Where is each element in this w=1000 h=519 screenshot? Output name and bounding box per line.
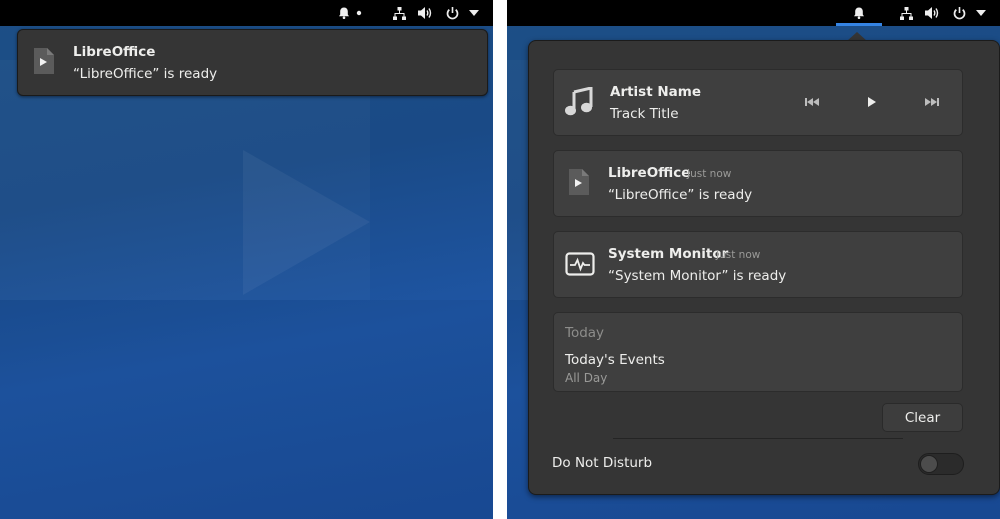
active-indicator [836,23,882,26]
media-track: Track Title [610,106,679,122]
notification-popover: Artist Name Track Title LibreOffice Just… [528,40,1000,495]
events-section[interactable]: Today Today's Events All Day [553,312,963,392]
notification-title: LibreOffice [608,165,691,181]
next-icon[interactable] [920,90,944,114]
separator [613,438,903,439]
notification-time: Just now [687,168,732,180]
document-play-icon [568,168,590,196]
desktop-right: Artist Name Track Title LibreOffice Just… [507,0,1000,519]
banner-body: “LibreOffice” is ready [73,66,218,82]
notification-banner[interactable]: LibreOffice “LibreOffice” is ready [17,29,488,96]
events-header: Today [565,325,605,341]
bell-icon[interactable] [850,4,868,22]
media-player: Artist Name Track Title [553,69,963,136]
notification-time: Just now [716,249,761,261]
network-icon[interactable] [390,4,408,22]
menu-arrow-icon[interactable] [972,4,990,22]
previous-icon[interactable] [800,90,824,114]
system-monitor-icon [565,252,595,280]
event-time: All Day [565,371,608,385]
event-title: Today's Events [565,352,665,368]
power-icon[interactable] [950,4,968,22]
notification-body: “LibreOffice” is ready [608,187,753,203]
dnd-toggle[interactable] [918,453,964,475]
play-icon[interactable] [860,90,884,114]
top-panel [0,0,493,26]
notification-item[interactable]: LibreOffice Just now “LibreOffice” is re… [553,150,963,217]
volume-icon[interactable] [923,4,941,22]
volume-icon[interactable] [416,4,434,22]
unread-dot [350,4,368,22]
notification-title: System Monitor [608,246,729,262]
banner-title: LibreOffice [73,44,156,60]
music-note-icon [564,86,594,121]
menu-arrow-icon[interactable] [465,4,483,22]
media-artist: Artist Name [610,84,702,100]
dnd-label: Do Not Disturb [552,455,653,471]
notification-item[interactable]: System Monitor Just now “System Monitor”… [553,231,963,298]
power-icon[interactable] [443,4,461,22]
top-panel [507,0,1000,26]
toggle-knob [920,455,938,473]
network-icon[interactable] [897,4,915,22]
document-play-icon [33,47,55,75]
desktop-left: LibreOffice “LibreOffice” is ready [0,0,493,519]
notification-body: “System Monitor” is ready [608,268,787,284]
clear-button[interactable]: Clear [882,403,963,432]
